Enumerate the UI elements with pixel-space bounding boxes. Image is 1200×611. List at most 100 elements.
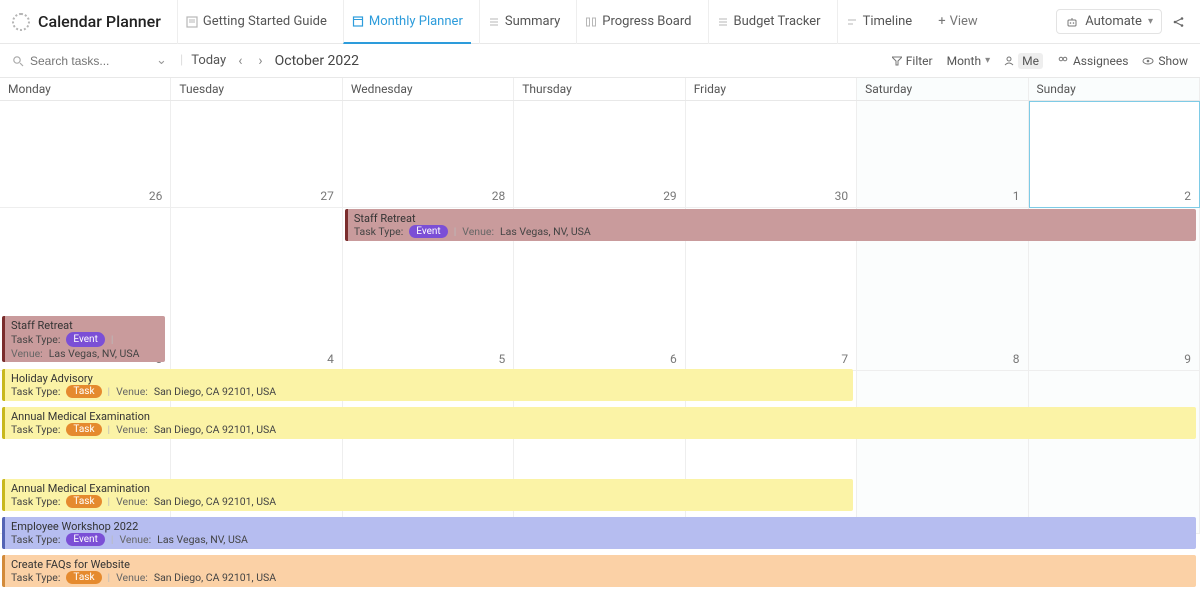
venue-value: San Diego, CA 92101, USA xyxy=(154,423,276,436)
day-number: 2 xyxy=(1184,189,1191,203)
day-cell[interactable]: 29 xyxy=(514,101,685,208)
event-tag: Event xyxy=(409,225,447,238)
app-title: Calendar Planner xyxy=(38,12,161,31)
me-filter[interactable]: Me xyxy=(1004,53,1043,69)
tab-budget-tracker[interactable]: Budget Tracker xyxy=(708,0,829,44)
day-cell[interactable]: 1 xyxy=(857,101,1028,208)
today-button[interactable]: Today xyxy=(191,53,226,68)
tab-progress-board[interactable]: Progress Board xyxy=(576,0,699,44)
month-label: October 2022 xyxy=(275,53,359,69)
event-meta: Venue: Las Vegas, NV, USA xyxy=(11,347,159,360)
prev-month-button[interactable]: ‹ xyxy=(234,53,246,69)
separator: | xyxy=(111,533,114,546)
event-meta: Task Type: Task | Venue: San Diego, CA 9… xyxy=(11,495,847,508)
day-number: 6 xyxy=(670,352,677,366)
event-tag: Task xyxy=(66,495,101,508)
next-month-button[interactable]: › xyxy=(254,53,266,69)
app-logo-icon xyxy=(12,13,30,31)
day-number: 27 xyxy=(320,189,334,203)
tab-summary[interactable]: Summary xyxy=(479,0,568,44)
event-annual-medical[interactable]: Annual Medical Examination Task Type: Ta… xyxy=(2,407,1196,439)
day-cell[interactable]: 30 xyxy=(686,101,857,208)
event-title: Employee Workshop 2022 xyxy=(11,520,1190,533)
day-number: 1 xyxy=(1013,189,1020,203)
venue-label: Venue: xyxy=(11,347,43,360)
event-annual-medical-cont[interactable]: Annual Medical Examination Task Type: Ta… xyxy=(2,479,853,511)
event-staff-retreat[interactable]: Staff Retreat Task Type: Event | Venue: … xyxy=(345,209,1196,241)
task-type-label: Task Type: xyxy=(11,571,60,584)
day-cell[interactable]: 15 xyxy=(857,371,1028,534)
filter-button[interactable]: Filter xyxy=(892,54,933,68)
tab-label: Progress Board xyxy=(602,14,691,29)
day-number: 8 xyxy=(1013,352,1020,366)
venue-value: Las Vegas, NV, USA xyxy=(157,533,248,546)
tab-timeline[interactable]: Timeline xyxy=(837,0,921,44)
filter-icon xyxy=(892,56,902,66)
event-title: Annual Medical Examination xyxy=(11,410,1190,423)
calendar-grid: 26 27 28 29 30 1 2 3 4 5 6 7 8 9 10 11 1… xyxy=(0,101,1200,534)
toolbar: ⌄ | Today ‹ › October 2022 Filter Month … xyxy=(0,44,1200,78)
tab-label: Getting Started Guide xyxy=(203,14,327,29)
show-button[interactable]: Show xyxy=(1142,54,1188,68)
venue-value: San Diego, CA 92101, USA xyxy=(154,385,276,398)
event-title: Staff Retreat xyxy=(11,319,159,332)
day-cell[interactable]: 27 xyxy=(171,101,342,208)
event-create-faqs[interactable]: Create FAQs for Website Task Type: Task … xyxy=(2,555,1196,587)
venue-value: San Diego, CA 92101, USA xyxy=(154,571,276,584)
day-number: 9 xyxy=(1184,352,1191,366)
add-view-label: View xyxy=(950,14,978,29)
day-cell[interactable]: 16 xyxy=(1029,371,1200,534)
day-number: 5 xyxy=(499,352,506,366)
day-number: 26 xyxy=(149,189,163,203)
filter-label: Filter xyxy=(906,54,933,68)
day-cell[interactable]: 26 xyxy=(0,101,171,208)
task-type-label: Task Type: xyxy=(11,333,60,346)
separator: | xyxy=(108,385,111,398)
robot-icon xyxy=(1065,15,1079,29)
task-type-label: Task Type: xyxy=(11,423,60,436)
search-box[interactable]: ⌄ xyxy=(12,53,172,68)
event-meta: Task Type: Task | Venue: San Diego, CA 9… xyxy=(11,571,1190,584)
assignees-label: Assignees xyxy=(1073,54,1128,68)
event-holiday-advisory[interactable]: Holiday Advisory Task Type: Task | Venue… xyxy=(2,369,853,401)
day-cell[interactable]: 4 xyxy=(171,208,342,371)
event-tag: Task xyxy=(66,571,101,584)
automate-label: Automate xyxy=(1085,14,1142,29)
venue-label: Venue: xyxy=(462,225,494,238)
add-view-button[interactable]: + View xyxy=(928,14,988,29)
event-meta: Task Type: Event | xyxy=(11,332,159,347)
venue-value: Las Vegas, NV, USA xyxy=(500,225,591,238)
separator: | xyxy=(108,423,111,436)
venue-label: Venue: xyxy=(116,423,148,436)
day-cell-today[interactable]: 2 xyxy=(1029,101,1200,208)
timeline-icon xyxy=(846,16,858,28)
view-mode-dropdown[interactable]: Month ▾ xyxy=(947,54,991,68)
search-input[interactable] xyxy=(30,54,150,68)
separator: | xyxy=(454,225,457,238)
toolbar-left: ⌄ | Today ‹ › October 2022 xyxy=(12,53,359,69)
calendar-icon xyxy=(352,15,364,27)
event-title: Create FAQs for Website xyxy=(11,558,1190,571)
share-icon[interactable] xyxy=(1170,11,1188,33)
event-meta: Task Type: Task | Venue: San Diego, CA 9… xyxy=(11,423,1190,436)
venue-value: Las Vegas, NV, USA xyxy=(49,347,140,360)
event-staff-retreat-cont[interactable]: Staff Retreat Task Type: Event | Venue: … xyxy=(2,316,165,362)
day-header: Sunday xyxy=(1029,78,1200,100)
automate-button[interactable]: Automate ▾ xyxy=(1056,9,1162,34)
chevron-down-icon[interactable]: ⌄ xyxy=(156,53,167,68)
event-employee-workshop[interactable]: Employee Workshop 2022 Task Type: Event … xyxy=(2,517,1196,549)
tab-monthly-planner[interactable]: Monthly Planner xyxy=(343,0,471,44)
assignees-button[interactable]: Assignees xyxy=(1057,54,1128,68)
day-number: 4 xyxy=(327,352,334,366)
task-type-label: Task Type: xyxy=(11,385,60,398)
calendar-day-header: Monday Tuesday Wednesday Thursday Friday… xyxy=(0,78,1200,101)
tab-getting-started[interactable]: Getting Started Guide xyxy=(177,0,335,44)
day-cell[interactable]: 28 xyxy=(343,101,514,208)
separator: | xyxy=(108,571,111,584)
list-icon xyxy=(717,16,729,28)
task-type-label: Task Type: xyxy=(11,533,60,546)
event-meta: Task Type: Event | Venue: Las Vegas, NV,… xyxy=(11,533,1190,546)
day-header: Monday xyxy=(0,78,171,100)
list-icon xyxy=(488,16,500,28)
event-meta: Task Type: Task | Venue: San Diego, CA 9… xyxy=(11,385,847,398)
